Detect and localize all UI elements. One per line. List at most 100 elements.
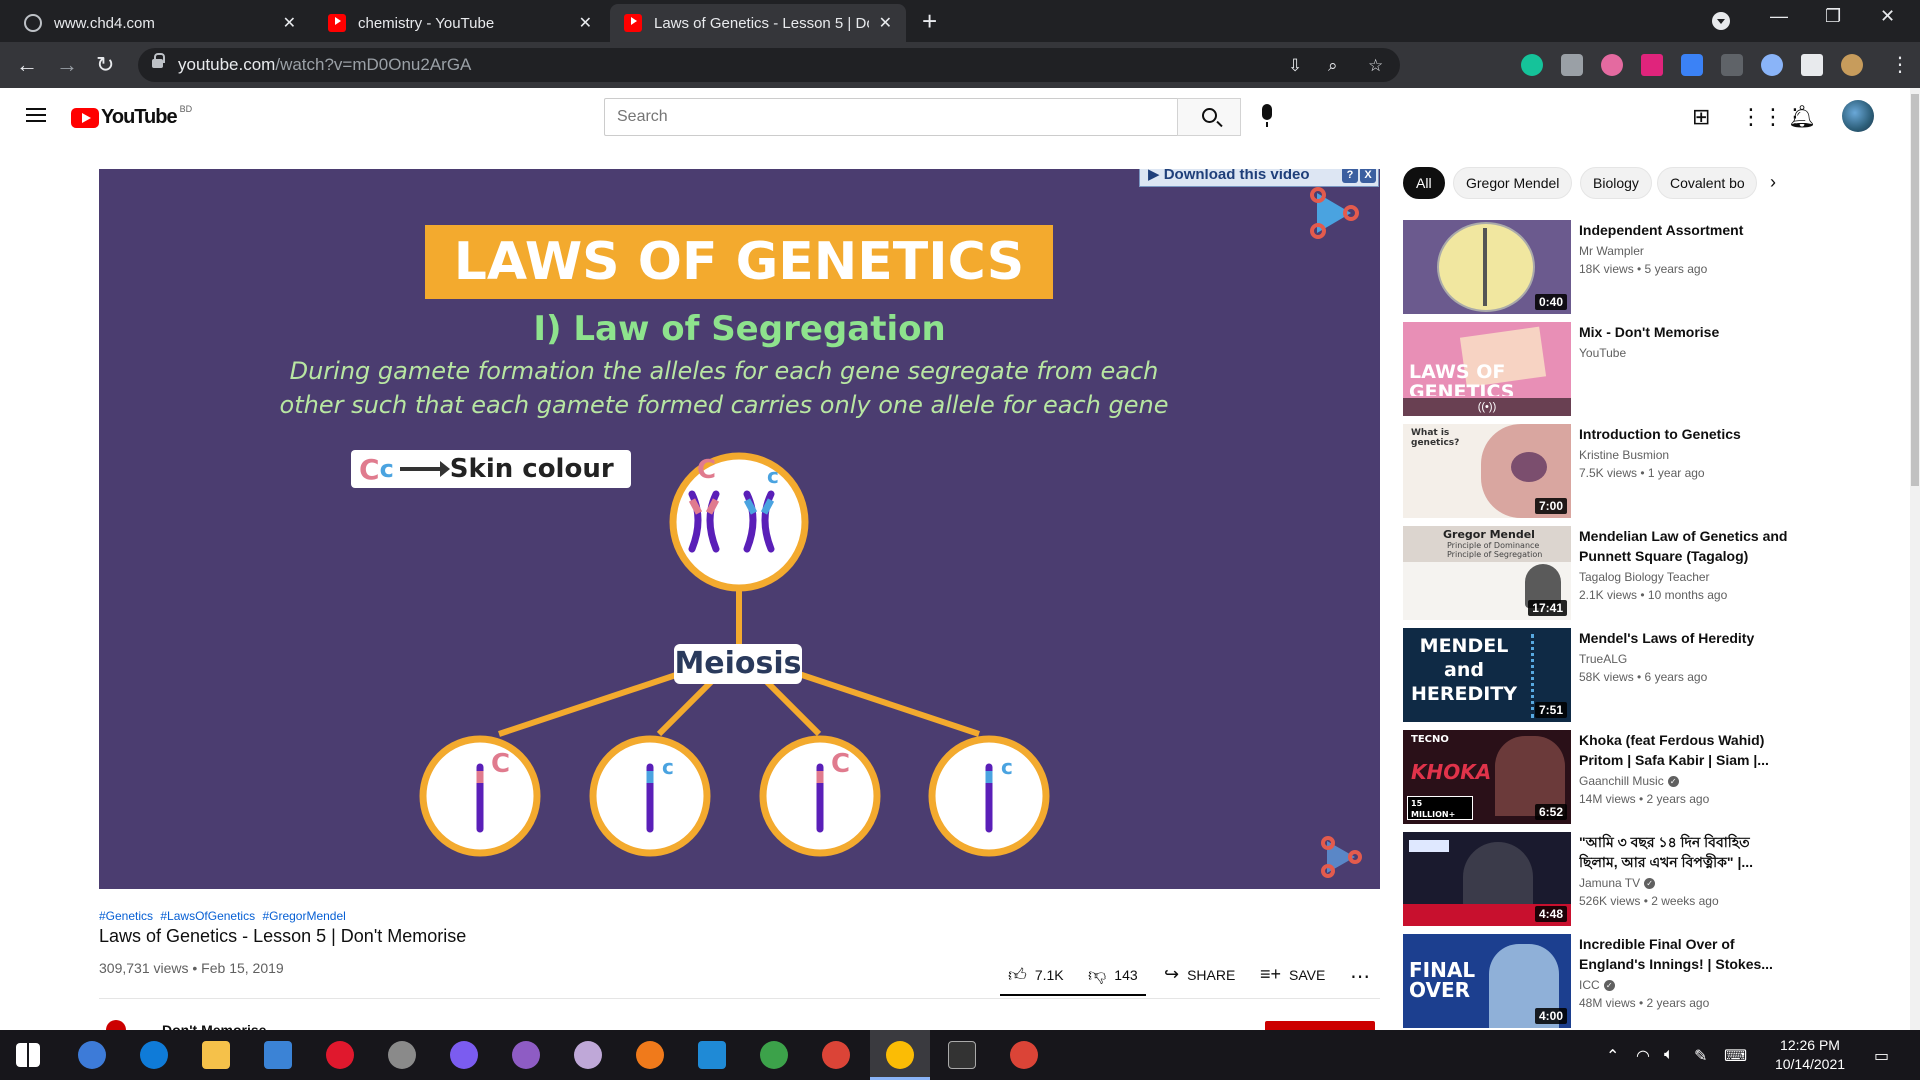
channel-avatar[interactable] [106, 1020, 126, 1030]
video-title[interactable]: Independent Assortment [1579, 220, 1789, 240]
recommended-video[interactable]: 4:48 "আমি ৩ বছর ১৪ দিন বিবাহিত ছিলাম, আর… [1403, 832, 1883, 926]
like-button[interactable]: 👍︎ 7.1K [1008, 964, 1064, 986]
hashtag-link[interactable]: #LawsOfGenetics [160, 909, 255, 923]
tab-laws-of-genetics[interactable]: Laws of Genetics - Lesson 5 | Don't Memo… [610, 4, 906, 42]
channel-name[interactable]: ICC ✓ [1579, 978, 1615, 992]
video-title[interactable]: Introduction to Genetics [1579, 424, 1789, 444]
account-avatar[interactable] [1842, 100, 1874, 132]
channel-name[interactable]: Gaanchill Music ✓ [1579, 774, 1679, 788]
mix-thumbnail[interactable]: LAWS OF GENETICS ((•)) [1403, 322, 1571, 416]
channel-name[interactable]: YouTube [1579, 346, 1626, 360]
notification-center-icon[interactable]: ▭ [1874, 1046, 1889, 1066]
opera-icon[interactable] [326, 1041, 354, 1069]
recommended-video[interactable]: Gregor Mendel Principle of Dominance Pri… [1403, 526, 1883, 620]
video-title[interactable]: Mendelian Law of Genetics and Punnett Sq… [1579, 526, 1789, 566]
video-thumbnail[interactable]: What is genetics? 7:00 [1403, 424, 1571, 518]
chip-all[interactable]: All [1403, 167, 1445, 199]
keyboard-icon[interactable]: ⌨ [1724, 1046, 1747, 1066]
create-video-icon[interactable]: ⊞ [1692, 104, 1710, 130]
chip-covalent-bond[interactable]: Covalent bo [1657, 167, 1757, 199]
reload-icon[interactable]: ↻ [96, 52, 114, 78]
video-title[interactable]: Incredible Final Over of England's Innin… [1579, 934, 1789, 974]
video-title[interactable]: "আমি ৩ বছর ১৪ দিন বিবাহিত ছিলাম, আর এখন … [1579, 832, 1789, 872]
recommended-video[interactable]: 0:40 Independent Assortment Mr Wampler 1… [1403, 220, 1883, 314]
tab-search-icon[interactable] [1712, 12, 1730, 30]
new-tab-button[interactable]: + [922, 6, 937, 37]
video-thumbnail[interactable]: 4:48 [1403, 832, 1571, 926]
chip-gregor-mendel[interactable]: Gregor Mendel [1453, 167, 1573, 199]
app-icon[interactable] [574, 1041, 602, 1069]
video-player[interactable]: LAWS OF GENETICS I) Law of Segregation D… [99, 169, 1380, 889]
share-button[interactable]: ↪ SHARE [1164, 964, 1235, 985]
close-icon[interactable]: ✕ [579, 13, 592, 33]
close-icon[interactable]: ✕ [879, 13, 892, 33]
channel-name[interactable]: Kristine Busmion [1579, 448, 1669, 462]
terminal-icon[interactable] [948, 1041, 976, 1069]
close-icon[interactable]: ✕ [283, 13, 296, 33]
camera-extension-icon[interactable] [1561, 54, 1583, 76]
close-icon[interactable]: X [1360, 169, 1376, 183]
channel-name[interactable]: Tagalog Biology Teacher [1579, 570, 1710, 584]
chevron-right-icon[interactable]: › [1770, 172, 1776, 193]
forward-icon[interactable]: → [56, 52, 78, 78]
dislike-button[interactable]: 👎︎ 143 [1088, 964, 1138, 986]
profile-avatar-icon[interactable] [1841, 54, 1863, 76]
search-box[interactable] [604, 98, 1178, 136]
taskbar-clock[interactable]: 12:26 PM 10/14/2021 [1762, 1036, 1858, 1074]
url-text[interactable]: youtube.com/watch?v=mD0Onu2ArGA [178, 55, 471, 75]
video-thumbnail[interactable]: FINAL OVER 4:00 [1403, 934, 1571, 1028]
zoom-icon[interactable]: ⌕ [1328, 56, 1338, 76]
grammarly-extension-icon[interactable] [1521, 54, 1543, 76]
messenger-icon[interactable] [450, 1041, 478, 1069]
channel-name[interactable]: TrueALG [1579, 652, 1627, 666]
tab-chd4[interactable]: www.chd4.com ✕ [10, 4, 310, 42]
youtube-logo[interactable]: YouTube BD [71, 104, 192, 129]
show-hidden-icons-chevron-icon[interactable]: ⌃ [1606, 1046, 1619, 1066]
video-thumbnail[interactable]: Gregor Mendel Principle of Dominance Pri… [1403, 526, 1571, 620]
hashtag-link[interactable]: #Genetics [99, 909, 153, 923]
download-extension-icon[interactable] [1681, 54, 1703, 76]
video-thumbnail[interactable]: 0:40 [1403, 220, 1571, 314]
github-icon[interactable] [512, 1041, 540, 1069]
wifi-icon[interactable]: ◠ [1636, 1046, 1650, 1066]
extensions-puzzle-icon[interactable] [1801, 54, 1823, 76]
recommended-video[interactable]: FINAL OVER 4:00 Incredible Final Over of… [1403, 934, 1883, 1028]
video-title[interactable]: Mix - Don't Memorise [1579, 322, 1789, 342]
scrollbar-thumb[interactable] [1911, 94, 1919, 486]
video-thumbnail[interactable]: TECNO KHOKA 15 MILLION+ VIEWS 6:52 [1403, 730, 1571, 824]
channel-name[interactable]: Don't Memorise [162, 1022, 266, 1030]
earth-app-icon[interactable] [760, 1041, 788, 1069]
channel-name[interactable]: Mr Wampler [1579, 244, 1644, 258]
lock-icon[interactable] [152, 53, 165, 68]
notifications-bell-icon[interactable]: 🔔︎ [1788, 104, 1816, 130]
more-actions-icon[interactable]: ⋯ [1350, 964, 1370, 989]
search-button[interactable] [1177, 98, 1241, 136]
channel-name[interactable]: Jamuna TV ✓ [1579, 876, 1656, 890]
tab-chemistry[interactable]: chemistry - YouTube ✕ [314, 4, 606, 42]
chrome-profile-icon[interactable] [886, 1041, 914, 1069]
file-explorer-icon[interactable] [202, 1041, 230, 1069]
extension-icon[interactable] [1601, 54, 1623, 76]
subscribe-button[interactable] [1265, 1021, 1375, 1030]
extension-icon[interactable] [1721, 54, 1743, 76]
chrome-icon[interactable] [822, 1041, 850, 1069]
microphone-icon[interactable] [1262, 104, 1272, 127]
recommended-video[interactable]: What is genetics? 7:00 Introduction to G… [1403, 424, 1883, 518]
qbittorrent-icon[interactable] [78, 1041, 106, 1069]
back-icon[interactable]: ← [16, 52, 38, 78]
save-button[interactable]: ≡+ SAVE [1260, 964, 1325, 985]
pen-icon[interactable]: ✎ [1694, 1046, 1707, 1066]
window-close-icon[interactable]: ✕ [1880, 6, 1895, 27]
edge-icon[interactable] [140, 1041, 168, 1069]
chrome-menu-icon[interactable]: ⋮ [1890, 52, 1910, 77]
download-video-bar[interactable]: ▶ Download this video ? X [1139, 169, 1379, 187]
video-title[interactable]: Khoka (feat Ferdous Wahid) Pritom | Safa… [1579, 730, 1789, 770]
chrome-icon[interactable] [1010, 1041, 1038, 1069]
recommended-mix[interactable]: LAWS OF GENETICS ((•)) Mix - Don't Memor… [1403, 322, 1883, 416]
mail-icon[interactable] [264, 1041, 292, 1069]
hashtag-link[interactable]: #GregorMendel [262, 909, 345, 923]
windows-start-icon[interactable] [16, 1043, 40, 1067]
menu-icon[interactable] [26, 108, 46, 122]
chip-biology[interactable]: Biology [1580, 167, 1652, 199]
bookmark-star-icon[interactable]: ☆ [1368, 56, 1383, 76]
